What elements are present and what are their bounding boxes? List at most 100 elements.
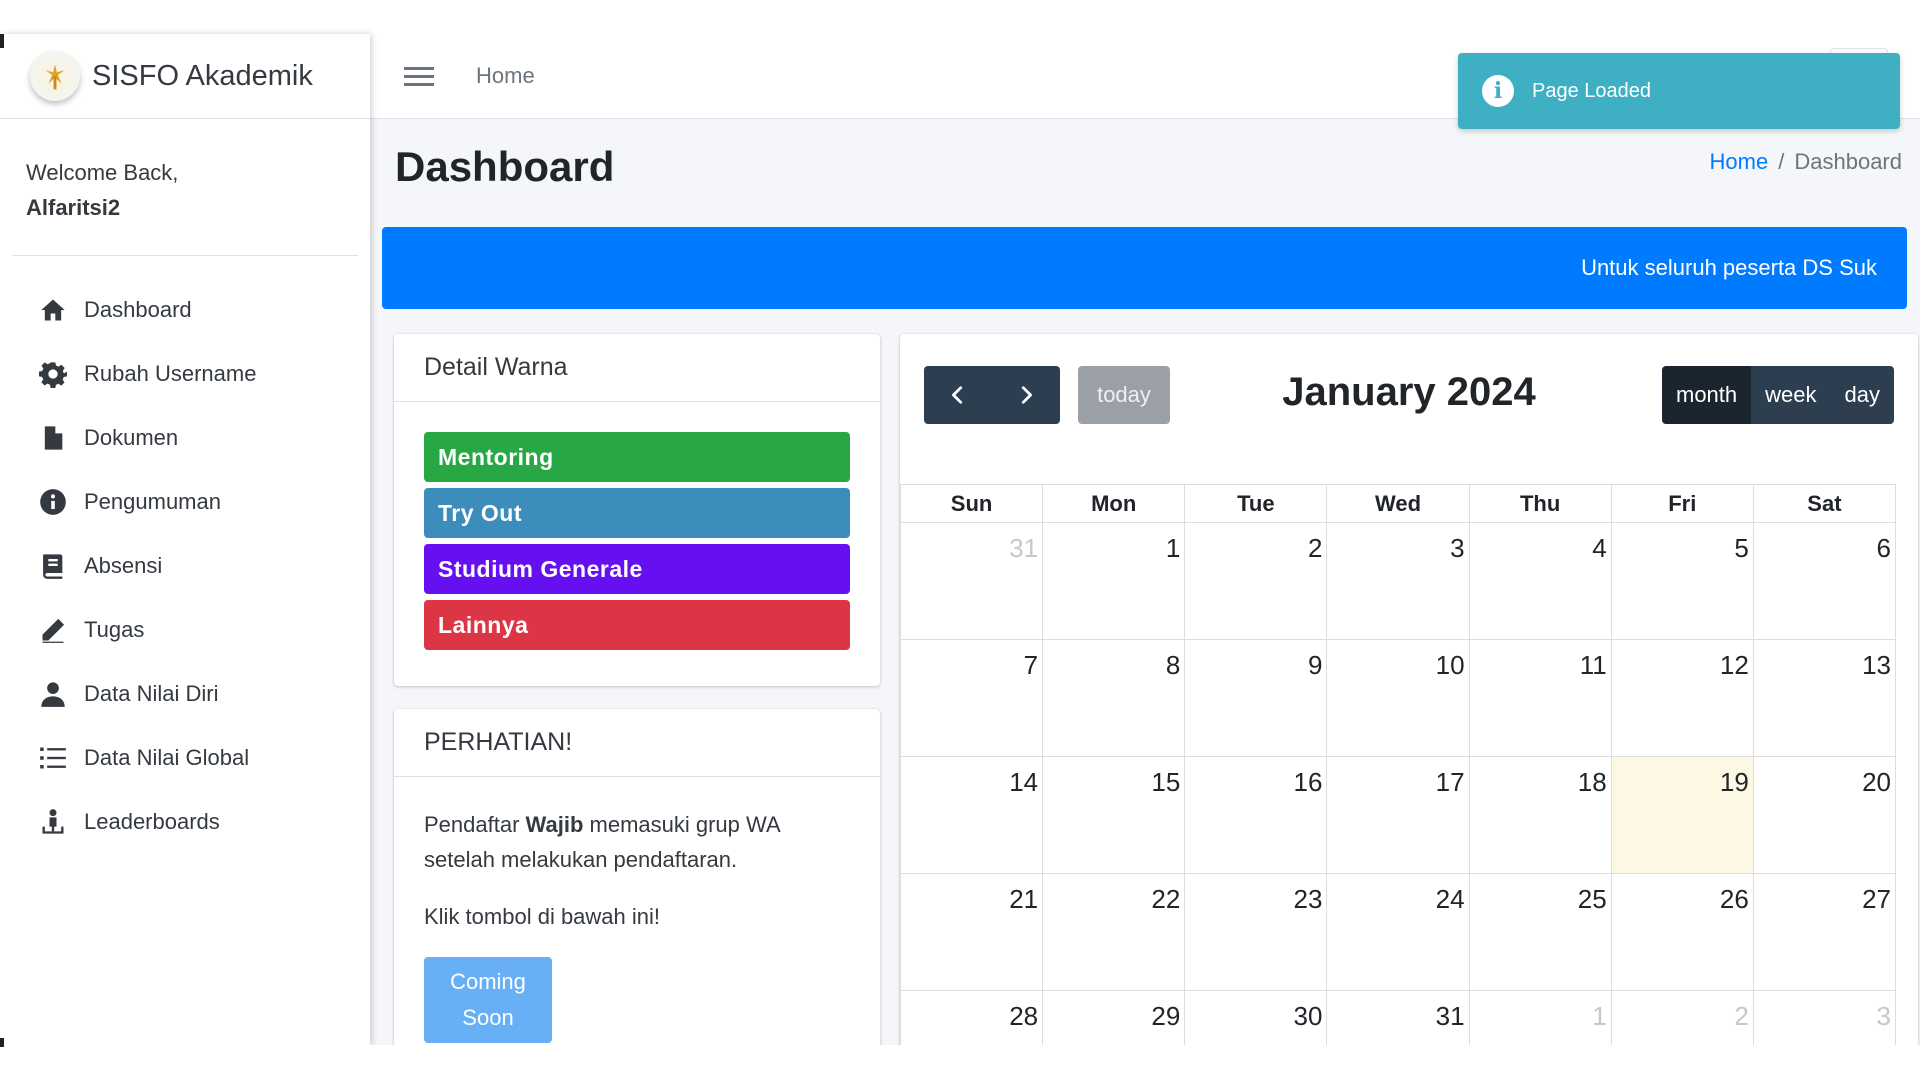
calendar-day-cell[interactable]: 24	[1326, 873, 1470, 991]
calendar-day-cell[interactable]: 5	[1610, 522, 1754, 640]
sidebar-item-data-nilai-diri[interactable]: Data Nilai Diri	[0, 662, 370, 726]
view-day-button[interactable]: day	[1830, 366, 1894, 424]
sidebar-item-label: Pengumuman	[84, 489, 221, 515]
breadcrumb-home-link[interactable]: Home	[1710, 149, 1769, 174]
coming-soon-button[interactable]: Coming Soon	[424, 956, 552, 1043]
weekday-header: Tue	[1184, 484, 1328, 523]
calendar-day-cell[interactable]: 27	[1752, 873, 1897, 991]
bottom-strip	[0, 1045, 1920, 1080]
calendar-day-cell[interactable]: 18	[1468, 756, 1612, 874]
calendar-day-cell[interactable]: 8	[1042, 639, 1186, 757]
calendar-day-cell[interactable]: 2	[1610, 990, 1754, 1045]
calendar-day-cell[interactable]: 15	[1042, 756, 1186, 874]
prev-month-button[interactable]	[924, 366, 992, 424]
calendar-day-cell[interactable]: 17	[1326, 756, 1470, 874]
calendar-day-cell[interactable]: 9	[1184, 639, 1328, 757]
sidebar-item-label: Tugas	[84, 617, 145, 643]
calendar-nav-group	[924, 366, 1060, 424]
page-title: Dashboard	[395, 143, 615, 190]
calendar-week-row: 28 29 30 31 1 2 3	[900, 990, 1897, 1045]
calendar-day-cell[interactable]: 3	[1326, 522, 1470, 640]
detail-warna-card: Detail Warna Mentoring Try Out Studium G…	[394, 334, 880, 686]
calendar-day-cell[interactable]: 11	[1468, 639, 1612, 757]
notice-card: PERHATIAN! Pendaftar Wajib memasuki grup…	[394, 709, 880, 1045]
announcement-marquee: Untuk seluruh peserta DS Suk	[382, 227, 1907, 309]
weekday-header: Mon	[1042, 484, 1186, 523]
person-medal-icon	[38, 808, 72, 836]
info-circle-icon	[38, 488, 72, 516]
calendar-week-row: 21 22 23 24 25 26 27	[900, 873, 1897, 991]
next-month-button[interactable]	[992, 366, 1060, 424]
calendar-week-row: 14 15 16 17 18 19 20	[900, 756, 1897, 874]
calendar-day-cell[interactable]: 31	[900, 522, 1044, 640]
calendar-day-cell[interactable]: 22	[1042, 873, 1186, 991]
calendar-day-cell[interactable]: 6	[1752, 522, 1897, 640]
calendar-toolbar: today January 2024 month week day	[924, 366, 1894, 424]
gear-icon	[38, 360, 72, 389]
calendar-week-row: 31 1 2 3 4 5 6	[900, 522, 1897, 640]
chevron-left-icon	[952, 386, 963, 404]
top-nav-home-link[interactable]: Home	[476, 63, 535, 89]
calendar-day-cell[interactable]: 29	[1042, 990, 1186, 1045]
view-week-button[interactable]: week	[1751, 366, 1831, 424]
marquee-text: Untuk seluruh peserta DS Suk	[1581, 255, 1877, 280]
sidebar-item-label: Leaderboards	[84, 809, 220, 835]
toast-message: Page Loaded	[1532, 79, 1652, 102]
calendar-day-cell[interactable]: 1	[1468, 990, 1612, 1045]
sidebar-item-tugas[interactable]: Tugas	[0, 598, 370, 662]
window-corner	[0, 34, 4, 48]
weekday-header: Sat	[1752, 484, 1897, 523]
welcome-text: Welcome Back,	[26, 160, 179, 185]
main-content: Dashboard Home / Dashboard Untuk seluruh p…	[370, 119, 1920, 1045]
toast-notification[interactable]: i Page Loaded	[1458, 53, 1900, 129]
user-name: Alfaritsi2	[26, 195, 121, 221]
sidebar-item-label: Data Nilai Diri	[84, 681, 219, 707]
calendar-day-cell[interactable]: 26	[1610, 873, 1754, 991]
brand-logo	[30, 51, 80, 101]
calendar-day-cell[interactable]: 30	[1184, 990, 1328, 1045]
weekday-header: Thu	[1468, 484, 1612, 523]
calendar-day-cell[interactable]: 23	[1184, 873, 1328, 991]
brand-link[interactable]: SISFO Akademik	[0, 34, 370, 119]
calendar-day-cell[interactable]: 3	[1752, 990, 1897, 1045]
calendar-day-cell[interactable]: 12	[1610, 639, 1754, 757]
calendar-day-cell[interactable]: 4	[1468, 522, 1612, 640]
sidebar-item-label: Data Nilai Global	[84, 745, 250, 771]
window-corner	[0, 1038, 4, 1047]
notice-title: PERHATIAN!	[394, 709, 880, 777]
sidebar-item-absensi[interactable]: Absensi	[0, 534, 370, 598]
notice-body: Pendaftar Wajib memasuki grup WA setelah…	[394, 777, 880, 1045]
calendar-day-cell[interactable]: 28	[900, 990, 1044, 1045]
calendar-day-cell[interactable]: 10	[1326, 639, 1470, 757]
calendar-day-cell[interactable]: 16	[1184, 756, 1328, 874]
calendar-day-cell-today[interactable]: 19	[1610, 756, 1754, 874]
detail-warna-title: Detail Warna	[394, 334, 880, 402]
sidebar-item-leaderboards[interactable]: Leaderboards	[0, 790, 370, 854]
file-icon	[38, 424, 72, 452]
weekday-header-row: Sun Mon Tue Wed Thu Fri Sat	[900, 484, 1897, 523]
calendar-day-cell[interactable]: 31	[1326, 990, 1470, 1045]
info-icon: i	[1482, 75, 1514, 107]
calendar-week-row: 7 8 9 10 11 12 13	[900, 639, 1897, 757]
calendar-day-cell[interactable]: 14	[900, 756, 1044, 874]
legend-lainnya: Lainnya	[424, 600, 850, 650]
calendar-day-cell[interactable]: 21	[900, 873, 1044, 991]
calendar-day-cell[interactable]: 2	[1184, 522, 1328, 640]
sidebar-item-pengumuman[interactable]: Pengumuman	[0, 470, 370, 534]
view-month-button[interactable]: month	[1662, 366, 1752, 424]
sidebar-item-dashboard[interactable]: Dashboard	[0, 278, 370, 342]
calendar-day-cell[interactable]: 1	[1042, 522, 1186, 640]
today-button[interactable]: today	[1078, 366, 1170, 424]
calendar-day-cell[interactable]: 7	[900, 639, 1044, 757]
color-legend: Mentoring Try Out Studium Generale Lainn…	[394, 402, 880, 650]
chevron-right-icon	[1021, 386, 1032, 404]
sidebar-item-data-nilai-global[interactable]: Data Nilai Global	[0, 726, 370, 790]
calendar-day-cell[interactable]: 13	[1752, 639, 1897, 757]
sidebar-item-dokumen[interactable]: Dokumen	[0, 406, 370, 470]
pencil-icon	[38, 616, 72, 644]
user-icon	[38, 680, 72, 708]
sidebar-item-rubah-username[interactable]: Rubah Username	[0, 342, 370, 406]
calendar-day-cell[interactable]: 25	[1468, 873, 1612, 991]
menu-toggle-icon[interactable]	[404, 62, 434, 91]
calendar-day-cell[interactable]: 20	[1752, 756, 1897, 874]
